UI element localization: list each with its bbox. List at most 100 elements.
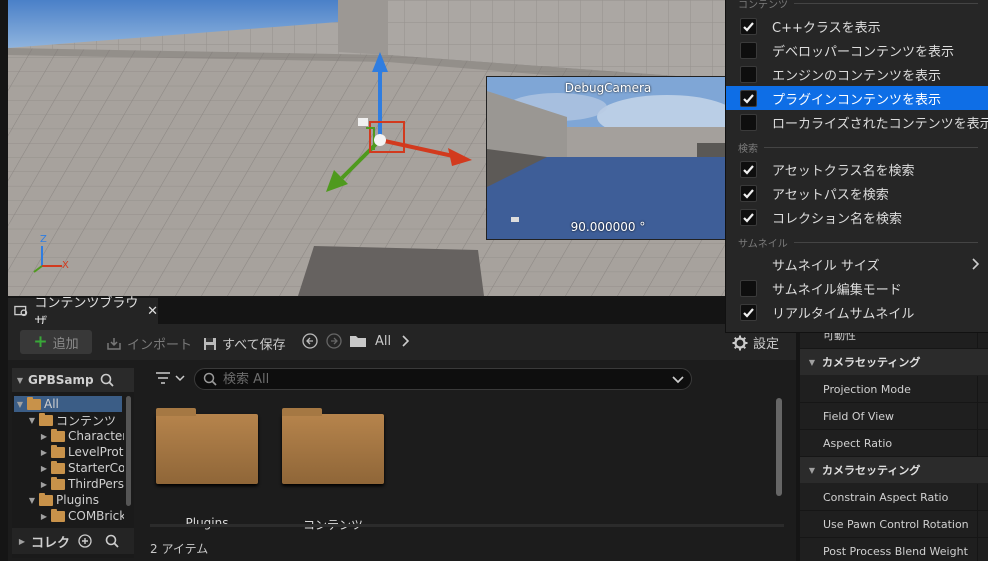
item-count: 2 アイテム <box>150 542 209 556</box>
save-icon <box>204 337 216 350</box>
forward-arrow-icon[interactable] <box>326 333 342 349</box>
content-browser: コンテンツブラウザ ✕ + 追加 インポート すべて保存 All 設定 ▼ GP… <box>8 296 796 561</box>
axis-x-label: X <box>62 260 69 271</box>
menu-item-label: サムネイル サイズ <box>772 258 880 274</box>
menu-item[interactable]: デベロッパーコンテンツを表示 <box>726 38 988 62</box>
expand-arrow-icon[interactable]: ▶ <box>40 448 48 457</box>
chevron-down-icon[interactable] <box>671 373 685 387</box>
checkbox-checked[interactable] <box>740 89 757 107</box>
menu-item[interactable]: エンジンのコンテンツを表示 <box>726 62 988 86</box>
collections-header[interactable]: ▶ コレク <box>12 528 134 554</box>
asset-search-input[interactable] <box>223 371 663 387</box>
menu-item[interactable]: アセットクラス名を検索 <box>726 157 988 181</box>
checkbox-unchecked[interactable] <box>740 113 757 131</box>
tree-item[interactable]: ▶ ThirdPerson <box>40 476 124 492</box>
menu-item[interactable]: アセットパスを検索 <box>726 181 988 205</box>
tree-item[interactable]: ▶ COMBrick <box>40 508 124 524</box>
menu-item[interactable]: コレクション名を検索 <box>726 205 988 229</box>
import-button-label: インポート <box>127 338 193 353</box>
add-button[interactable]: + 追加 <box>20 330 92 354</box>
tree-item-label: StarterContent <box>68 461 124 475</box>
settings-button[interactable]: 設定 <box>732 333 779 352</box>
details-category[interactable]: ▼ カメラセッティング <box>800 349 988 375</box>
asset-divider <box>150 524 784 527</box>
save-all-button[interactable]: すべて保存 <box>203 334 286 353</box>
sources-header[interactable]: ▼ GPBSample <box>12 368 134 392</box>
menu-item[interactable]: ローカライズされたコンテンツを表示 <box>726 110 988 134</box>
checkbox-checked[interactable] <box>740 184 757 202</box>
checkbox-checked[interactable] <box>740 303 757 321</box>
menu-item-label: エンジンのコンテンツを表示 <box>772 68 942 84</box>
add-collection-icon[interactable] <box>78 534 92 548</box>
checkbox-unchecked[interactable] <box>740 65 757 83</box>
menu-item-label: サムネイル編集モード <box>772 282 902 298</box>
menu-item[interactable]: プラグインコンテンツを表示 <box>726 86 988 110</box>
tree-item[interactable]: ▼ Plugins <box>28 492 99 508</box>
menu-item-label: アセットクラス名を検索 <box>772 163 915 179</box>
asset-view: Plugins コンテンツ 2 アイテム <box>142 360 796 561</box>
level-viewport[interactable]: Z X DebugCamera 90.000000 ° <box>8 0 730 296</box>
plus-icon: + <box>33 332 48 352</box>
expand-arrow-icon[interactable]: ▶ <box>40 512 48 521</box>
details-property-row[interactable]: Projection Mode <box>800 376 988 403</box>
tree-item[interactable]: ▶ Characters <box>40 428 124 444</box>
sources-panel: ▼ GPBSample ▼ All ▼ コンテンツ ▶ Characters ▶ LevelP… <box>12 368 134 558</box>
details-property-row[interactable]: Post Process Blend Weight <box>800 538 988 561</box>
checkbox-checked[interactable] <box>740 208 757 226</box>
tree-item-label: ThirdPerson <box>68 477 124 491</box>
folder-icon <box>51 476 65 490</box>
folder-icon <box>39 412 53 426</box>
chevron-right-icon[interactable] <box>401 333 411 349</box>
menu-separator <box>793 242 978 243</box>
tree-item[interactable]: ▼ All <box>14 396 122 412</box>
tree-item-label: All <box>44 397 59 411</box>
filter-icon[interactable] <box>154 370 186 386</box>
content-browser-tabbar: コンテンツブラウザ ✕ <box>8 296 796 330</box>
menu-item[interactable]: C++クラスを表示 <box>726 14 988 38</box>
details-category[interactable]: ▼ カメラセッティング <box>800 457 988 483</box>
asset-search-box[interactable] <box>194 368 692 390</box>
folder-tree: ▼ All ▼ コンテンツ ▶ Characters ▶ LevelPrototyping ▶ S… <box>12 396 124 526</box>
tree-item[interactable]: ▶ LevelPrototyping <box>40 444 124 460</box>
asset-tile[interactable]: Plugins <box>154 408 260 530</box>
back-arrow-icon[interactable] <box>302 333 318 349</box>
menu-item[interactable]: サムネイル サイズ <box>726 252 988 276</box>
camera-preview-scene <box>487 77 729 239</box>
check-icon <box>743 307 754 318</box>
checkbox-checked[interactable] <box>740 160 757 178</box>
asset-label: Plugins <box>185 516 229 530</box>
expand-arrow-icon[interactable]: ▶ <box>40 464 48 473</box>
expand-arrow-icon[interactable]: ▶ <box>40 480 48 489</box>
add-button-label: 追加 <box>52 336 79 352</box>
tree-item[interactable]: ▼ コンテンツ <box>28 412 116 428</box>
details-property-row[interactable]: Aspect Ratio <box>800 430 988 457</box>
debug-camera-title: DebugCamera <box>564 81 652 95</box>
breadcrumb-all[interactable]: All <box>375 334 391 349</box>
collapse-arrow-icon: ▼ <box>808 465 816 475</box>
collapse-arrow-icon[interactable]: ▼ <box>16 400 24 409</box>
menu-item-label: リアルタイムサムネイル <box>772 306 915 322</box>
details-property-row[interactable]: Use Pawn Control Rotation <box>800 511 988 538</box>
import-button[interactable]: インポート <box>106 334 192 353</box>
menu-section-header: 検索 <box>738 140 978 155</box>
tab-content-browser[interactable]: コンテンツブラウザ ✕ <box>8 296 158 330</box>
tree-scrollbar[interactable] <box>126 396 131 506</box>
details-property-row[interactable]: Field Of View <box>800 403 988 430</box>
checkbox-unchecked[interactable] <box>740 41 757 59</box>
checkbox-checked[interactable] <box>740 17 757 35</box>
close-icon[interactable]: ✕ <box>147 304 158 319</box>
search-icon[interactable] <box>100 373 114 387</box>
details-property-row[interactable]: Constrain Aspect Ratio <box>800 484 988 511</box>
asset-tile[interactable]: コンテンツ <box>280 408 386 532</box>
collapse-arrow-icon[interactable]: ▼ <box>28 416 36 425</box>
collapse-arrow-icon[interactable]: ▼ <box>28 496 36 505</box>
search-icon <box>203 372 217 386</box>
checkbox-unchecked[interactable] <box>740 279 757 297</box>
search-collections-icon[interactable] <box>105 534 119 548</box>
asset-scrollbar[interactable] <box>776 398 782 496</box>
menu-item[interactable]: リアルタイムサムネイル <box>726 300 988 324</box>
menu-item[interactable]: サムネイル編集モード <box>726 276 988 300</box>
tree-item[interactable]: ▶ StarterContent <box>40 460 124 476</box>
details-property-label: Projection Mode <box>800 376 978 402</box>
expand-arrow-icon[interactable]: ▶ <box>40 432 48 441</box>
